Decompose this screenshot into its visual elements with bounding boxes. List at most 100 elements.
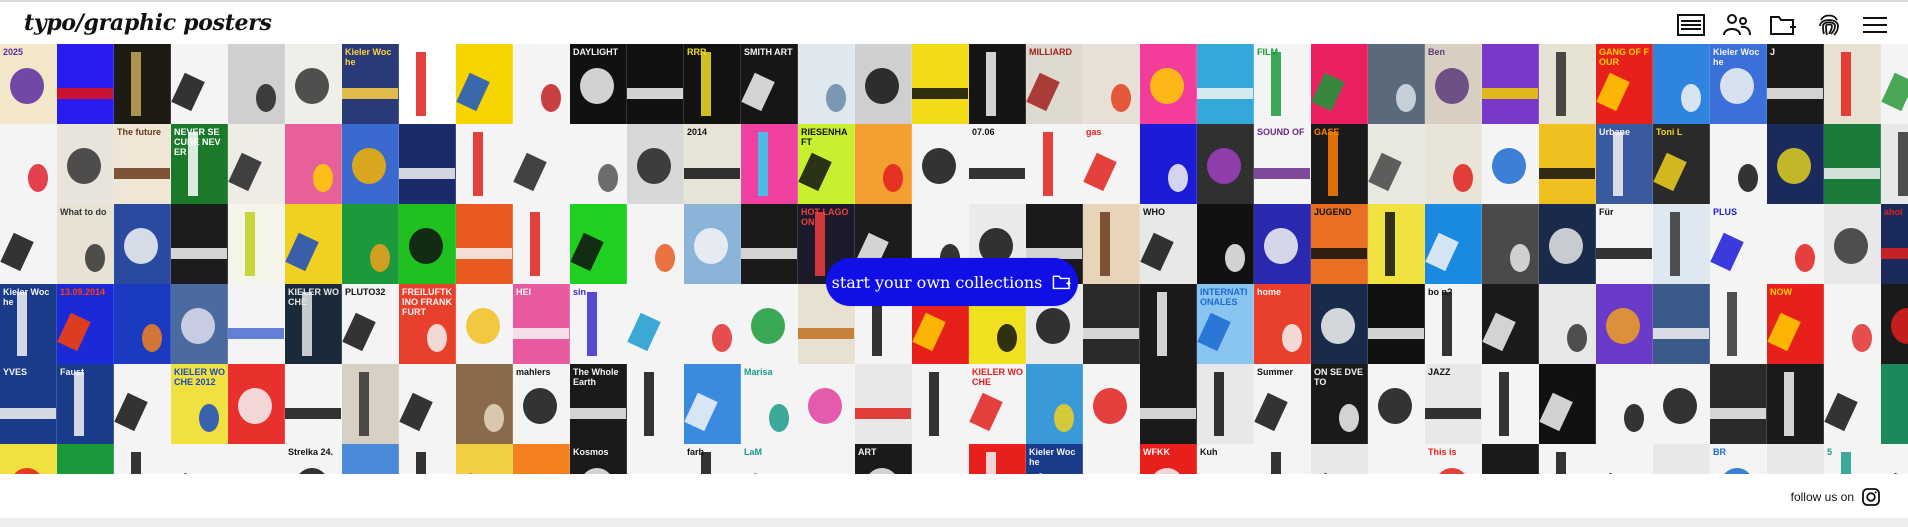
poster-tile[interactable] bbox=[513, 204, 570, 284]
poster-tile[interactable] bbox=[912, 44, 969, 124]
poster-tile[interactable] bbox=[114, 44, 171, 124]
poster-tile[interactable] bbox=[456, 284, 513, 364]
poster-tile[interactable] bbox=[1425, 124, 1482, 204]
poster-tile[interactable] bbox=[1083, 284, 1140, 364]
poster-tile[interactable] bbox=[570, 204, 627, 284]
poster-tile[interactable]: Kieler Woche bbox=[342, 44, 399, 124]
poster-tile[interactable]: 5 bbox=[1824, 444, 1881, 474]
poster-tile[interactable] bbox=[342, 204, 399, 284]
poster-tile[interactable]: 13.09.2014 bbox=[57, 284, 114, 364]
poster-tile[interactable] bbox=[1254, 204, 1311, 284]
poster-tile[interactable]: JAZZ bbox=[1425, 364, 1482, 444]
poster-tile[interactable]: J bbox=[1767, 44, 1824, 124]
poster-tile[interactable] bbox=[1653, 364, 1710, 444]
start-collections-button[interactable]: start your own collections bbox=[826, 258, 1078, 306]
poster-tile[interactable] bbox=[1824, 124, 1881, 204]
poster-tile[interactable]: Für bbox=[1596, 204, 1653, 284]
poster-tile[interactable] bbox=[684, 284, 741, 364]
poster-tile[interactable] bbox=[399, 44, 456, 124]
poster-tile[interactable] bbox=[285, 364, 342, 444]
poster-tile[interactable] bbox=[1026, 364, 1083, 444]
poster-tile[interactable] bbox=[1539, 284, 1596, 364]
poster-tile[interactable]: Strelka 24. bbox=[285, 444, 342, 474]
poster-tile[interactable] bbox=[1767, 444, 1824, 474]
poster-tile[interactable]: FREILUFTKINO FRANKFURT bbox=[399, 284, 456, 364]
poster-tile[interactable]: Kieler Woche bbox=[1710, 44, 1767, 124]
poster-tile[interactable] bbox=[1881, 284, 1908, 364]
poster-tile[interactable] bbox=[399, 364, 456, 444]
poster-tile[interactable] bbox=[1653, 444, 1710, 474]
poster-tile[interactable] bbox=[1254, 444, 1311, 474]
poster-tile[interactable] bbox=[1368, 444, 1425, 474]
poster-tile[interactable]: 2025 bbox=[0, 44, 57, 124]
poster-tile[interactable] bbox=[1539, 364, 1596, 444]
poster-tile[interactable] bbox=[57, 44, 114, 124]
poster-tile[interactable] bbox=[1368, 44, 1425, 124]
site-logo[interactable]: typo/graphic posters bbox=[24, 10, 272, 36]
poster-tile[interactable] bbox=[57, 124, 114, 204]
poster-tile[interactable] bbox=[1482, 204, 1539, 284]
fingerprint-button[interactable] bbox=[1806, 10, 1852, 40]
poster-tile[interactable]: What to do bbox=[57, 204, 114, 284]
poster-tile[interactable] bbox=[1596, 284, 1653, 364]
poster-tile[interactable] bbox=[1824, 284, 1881, 364]
poster-tile[interactable] bbox=[456, 204, 513, 284]
poster-tile[interactable]: ahoi bbox=[1881, 204, 1908, 284]
poster-tile[interactable]: 07.06 bbox=[969, 124, 1026, 204]
poster-tile[interactable]: KIELER WOCHE bbox=[285, 284, 342, 364]
poster-tile[interactable] bbox=[855, 44, 912, 124]
poster-tile[interactable] bbox=[1824, 364, 1881, 444]
poster-tile[interactable] bbox=[1140, 124, 1197, 204]
poster-tile[interactable]: SMITH ART bbox=[741, 44, 798, 124]
poster-tile[interactable]: farb bbox=[684, 444, 741, 474]
poster-tile[interactable]: bo n? bbox=[1425, 284, 1482, 364]
poster-tile[interactable] bbox=[798, 364, 855, 444]
poster-tile[interactable] bbox=[114, 444, 171, 474]
poster-tile[interactable] bbox=[1596, 444, 1653, 474]
poster-tile[interactable] bbox=[57, 444, 114, 474]
poster-tile[interactable] bbox=[228, 44, 285, 124]
poster-tile[interactable] bbox=[912, 364, 969, 444]
poster-tile[interactable] bbox=[1197, 204, 1254, 284]
poster-tile[interactable]: INTERNATIONALES bbox=[1197, 284, 1254, 364]
poster-tile[interactable] bbox=[1197, 124, 1254, 204]
poster-tile[interactable] bbox=[1197, 364, 1254, 444]
poster-tile[interactable]: Urbane bbox=[1596, 124, 1653, 204]
menu-button[interactable] bbox=[1852, 10, 1898, 40]
poster-tile[interactable] bbox=[1824, 44, 1881, 124]
poster-tile[interactable] bbox=[1083, 204, 1140, 284]
poster-tile[interactable] bbox=[285, 44, 342, 124]
poster-tile[interactable] bbox=[0, 444, 57, 474]
poster-tile[interactable] bbox=[285, 124, 342, 204]
poster-tile[interactable] bbox=[1482, 364, 1539, 444]
poster-tile[interactable]: Kosmos bbox=[570, 444, 627, 474]
poster-tile[interactable]: KIELER WOCHE 2012 bbox=[171, 364, 228, 444]
poster-tile[interactable]: JUGEND bbox=[1311, 204, 1368, 284]
poster-tile[interactable]: Kuh bbox=[1197, 444, 1254, 474]
poster-tile[interactable] bbox=[1710, 124, 1767, 204]
poster-tile[interactable]: ON SE DVE TO bbox=[1311, 364, 1368, 444]
poster-tile[interactable] bbox=[1539, 204, 1596, 284]
poster-tile[interactable] bbox=[228, 124, 285, 204]
poster-tile[interactable]: PLUTO32 bbox=[342, 284, 399, 364]
poster-tile[interactable] bbox=[627, 204, 684, 284]
poster-tile[interactable]: LaM bbox=[741, 444, 798, 474]
poster-tile[interactable] bbox=[1026, 124, 1083, 204]
poster-tile[interactable]: GANG OF FOUR bbox=[1596, 44, 1653, 124]
poster-tile[interactable]: Faust bbox=[57, 364, 114, 444]
poster-tile[interactable] bbox=[741, 124, 798, 204]
poster-tile[interactable]: DAYLIGHT bbox=[570, 44, 627, 124]
poster-tile[interactable]: HEI bbox=[513, 284, 570, 364]
poster-tile[interactable] bbox=[741, 284, 798, 364]
poster-tile[interactable] bbox=[1482, 124, 1539, 204]
poster-tile[interactable]: Kieler Woche bbox=[1026, 444, 1083, 474]
poster-tile[interactable] bbox=[1539, 44, 1596, 124]
poster-tile[interactable]: Ben bbox=[1425, 44, 1482, 124]
poster-tile[interactable] bbox=[513, 44, 570, 124]
poster-tile[interactable]: Toni L bbox=[1653, 124, 1710, 204]
poster-tile[interactable] bbox=[228, 284, 285, 364]
poster-tile[interactable] bbox=[798, 44, 855, 124]
poster-tile[interactable]: PLUS bbox=[1710, 204, 1767, 284]
poster-tile[interactable]: YVES bbox=[0, 364, 57, 444]
poster-tile[interactable] bbox=[627, 44, 684, 124]
